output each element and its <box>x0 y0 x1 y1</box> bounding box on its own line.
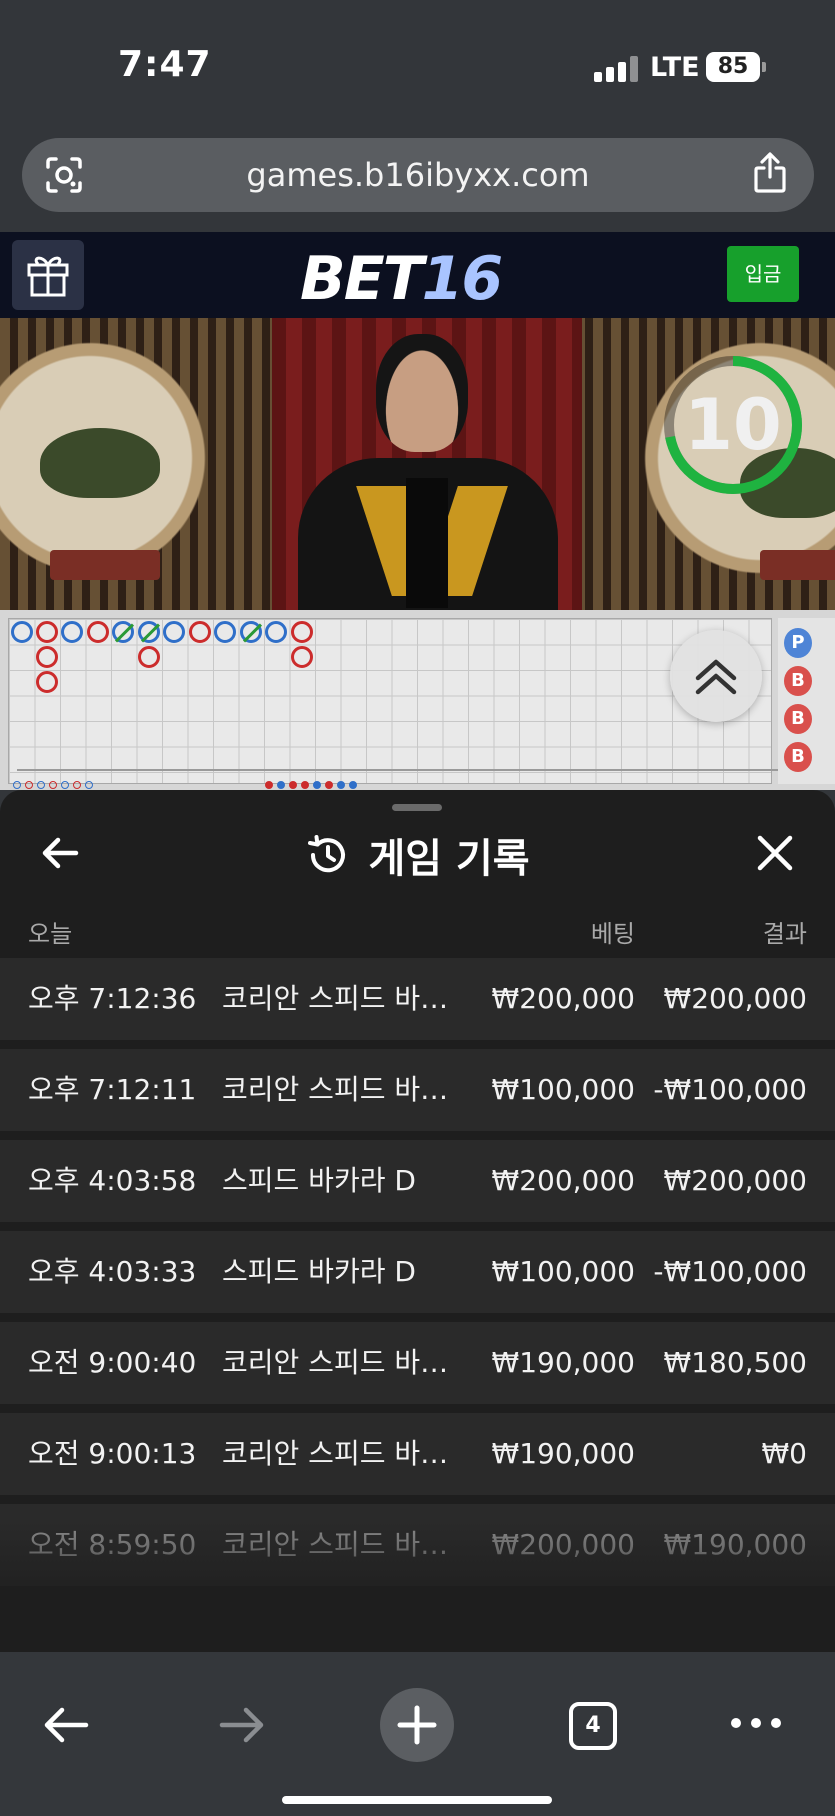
share-icon[interactable] <box>752 151 788 195</box>
row-time: 오후 4:03:33 <box>28 1255 197 1288</box>
row-time: 오전 9:00:40 <box>28 1346 197 1379</box>
tab-switcher-button[interactable]: 4 <box>569 1702 617 1750</box>
row-result: ₩200,000 <box>663 1164 807 1197</box>
history-icon <box>308 835 346 873</box>
signal-icon <box>594 56 638 82</box>
sheet-title: 게임 기록 <box>368 836 530 882</box>
baccarat-roadmap[interactable]: P B B B <box>0 610 835 790</box>
bonsai-decoration <box>40 428 160 498</box>
history-row[interactable]: 오전 9:00:40 코리안 스피드 바카라 ₩190,000 ₩180,500 <box>0 1322 835 1404</box>
bead-banker: B <box>784 704 812 734</box>
column-header-bet: 베팅 <box>590 920 635 948</box>
row-bet: ₩190,000 <box>491 1437 635 1470</box>
deposit-button[interactable]: 입금 <box>727 246 799 302</box>
history-row[interactable]: 오후 4:03:58 스피드 바카라 D ₩200,000 ₩200,000 <box>0 1140 835 1222</box>
plus-icon <box>397 1705 437 1745</box>
list-fade-overlay <box>0 1520 835 1652</box>
history-row[interactable]: 오전 9:00:13 코리안 스피드 바카라 ₩190,000 ₩0 <box>0 1413 835 1495</box>
row-result: ₩180,500 <box>663 1346 807 1379</box>
history-row[interactable]: 오후 7:12:11 코리안 스피드 바카라 ₩100,000 -₩100,00… <box>0 1049 835 1131</box>
history-row[interactable]: 오후 7:12:36 코리안 스피드 바카라 ₩200,000 ₩200,000 <box>0 958 835 1040</box>
sheet-drag-handle[interactable] <box>392 804 442 811</box>
status-time: 7:47 <box>118 44 212 85</box>
live-dealer-video: 10 <box>0 318 835 610</box>
address-bar[interactable]: games.b16ibyxx.com <box>22 138 814 212</box>
browser-back-icon[interactable] <box>40 1698 94 1752</box>
row-time: 오후 7:12:11 <box>28 1073 197 1106</box>
home-indicator <box>282 1796 552 1804</box>
network-label: LTE <box>650 52 700 83</box>
bead-banker: B <box>784 742 812 772</box>
gift-icon <box>27 256 69 297</box>
gift-button[interactable] <box>12 240 84 310</box>
more-options-icon[interactable] <box>726 1708 786 1738</box>
bead-road-column: P B B B <box>778 618 835 784</box>
row-result: -₩100,000 <box>653 1255 807 1288</box>
row-result: ₩200,000 <box>663 982 807 1015</box>
row-bet: ₩100,000 <box>491 1073 635 1106</box>
browser-forward-icon[interactable] <box>214 1698 268 1752</box>
row-bet: ₩100,000 <box>491 1255 635 1288</box>
row-time: 오후 7:12:36 <box>28 982 197 1015</box>
row-bet: ₩200,000 <box>491 1164 635 1197</box>
row-bet: ₩200,000 <box>491 982 635 1015</box>
row-game: 코리안 스피드 바카라 <box>222 1073 462 1106</box>
bet16-logo[interactable]: BET16 <box>300 244 503 314</box>
row-result: -₩100,000 <box>653 1073 807 1106</box>
column-header-date: 오늘 <box>28 920 73 948</box>
close-icon[interactable] <box>750 828 800 878</box>
double-chevron-up-icon <box>695 659 737 695</box>
game-history-sheet: 게임 기록 오늘 베팅 결과 오후 7:12:36 코리안 스피드 바카라 ₩2… <box>0 790 835 1652</box>
row-game: 코리안 스피드 바카라 <box>222 982 462 1015</box>
row-time: 오전 9:00:13 <box>28 1437 197 1470</box>
bead-banker: B <box>784 666 812 696</box>
row-game: 스피드 바카라 D <box>222 1255 416 1288</box>
row-bet: ₩190,000 <box>491 1346 635 1379</box>
big-road-grid <box>8 618 781 789</box>
status-bar: 7:47 LTE 85 <box>0 0 835 130</box>
site-header: BET16 입금 <box>0 232 835 318</box>
row-time: 오후 4:03:58 <box>28 1164 197 1197</box>
row-result: ₩0 <box>761 1437 808 1470</box>
url-text[interactable]: games.b16ibyxx.com <box>22 156 814 194</box>
history-list: 오후 7:12:36 코리안 스피드 바카라 ₩200,000 ₩200,000… <box>0 958 835 1595</box>
sheet-header: 게임 기록 <box>0 826 835 882</box>
expand-roadmap-button[interactable] <box>670 630 762 722</box>
battery-icon: 85 <box>706 52 766 82</box>
browser-toolbar: 4 <box>0 1652 835 1816</box>
row-game: 코리안 스피드 바카라 <box>222 1437 462 1470</box>
history-row[interactable]: 오후 4:03:33 스피드 바카라 D ₩100,000 -₩100,000 <box>0 1231 835 1313</box>
countdown-timer: 10 <box>684 384 782 466</box>
row-game: 스피드 바카라 D <box>222 1164 416 1197</box>
new-tab-button[interactable] <box>380 1688 454 1762</box>
bead-player: P <box>784 628 812 658</box>
column-header-result: 결과 <box>762 920 807 948</box>
row-game: 코리안 스피드 바카라 <box>222 1346 462 1379</box>
